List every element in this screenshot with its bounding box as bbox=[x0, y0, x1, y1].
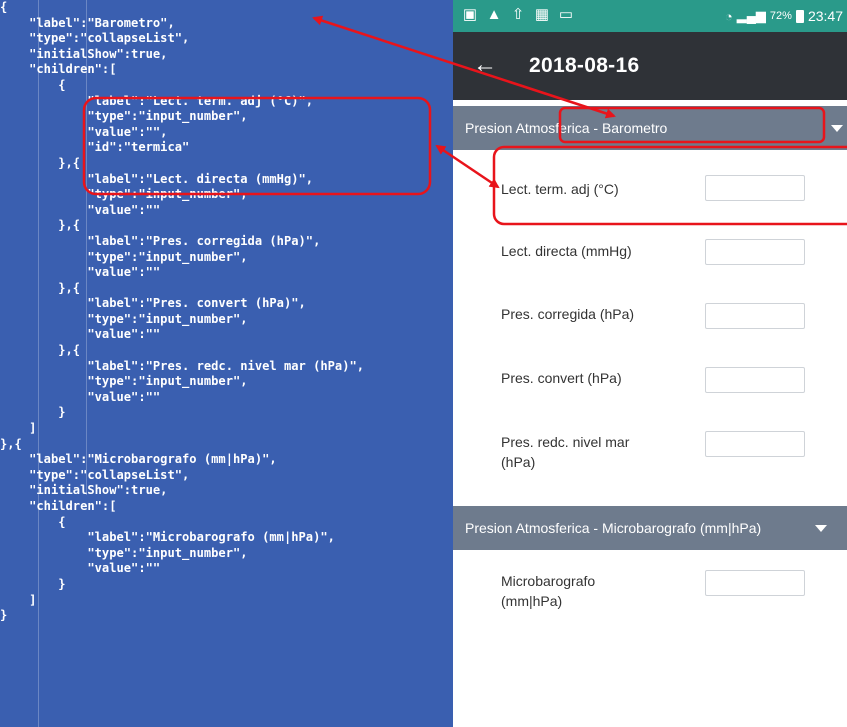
back-arrow-icon[interactable]: ← bbox=[473, 52, 497, 78]
screenshot-icon: ▭ bbox=[558, 6, 574, 23]
wifi-icon: ◔ bbox=[724, 8, 733, 24]
code-line: "label":"Lect. term. adj (°C)", bbox=[0, 93, 314, 108]
number-input-pres-convert[interactable] bbox=[705, 367, 805, 393]
gallery-icon: ▦ bbox=[534, 6, 550, 23]
code-line: "label":"Pres. convert (hPa)", bbox=[0, 296, 306, 311]
code-line: "type":"input_number", bbox=[0, 311, 248, 326]
code-line: { bbox=[0, 77, 66, 92]
field-label: Lect. directa (mmHg) bbox=[501, 243, 632, 259]
section-header-microbarografo[interactable]: Presion Atmosferica - Microbarografo (mm… bbox=[453, 506, 847, 550]
code-line: "type":"input_number", bbox=[0, 374, 248, 389]
code-line: "type":"collapseList", bbox=[0, 467, 190, 482]
code-line: "type":"collapseList", bbox=[0, 31, 190, 46]
number-input-microbarografo[interactable] bbox=[705, 570, 805, 596]
status-time: 23:47 bbox=[807, 8, 843, 24]
code-line: "id":"termica" bbox=[0, 140, 190, 155]
code-line: "label":"Lect. directa (mmHg)", bbox=[0, 171, 314, 186]
chevron-down-icon[interactable] bbox=[831, 125, 843, 132]
code-line: "label":"Pres. redc. nivel mar (hPa)", bbox=[0, 358, 365, 373]
code-line: "value":"" bbox=[0, 202, 161, 217]
upload-icon: ⇧ bbox=[511, 6, 525, 23]
battery-percent: 72% bbox=[769, 10, 792, 22]
code-line: "value":"" bbox=[0, 327, 161, 342]
code-line: },{ bbox=[0, 280, 81, 295]
field-label: Pres. convert (hPa) bbox=[501, 370, 622, 386]
number-input-pres-redc-nivel-mar[interactable] bbox=[705, 431, 805, 457]
image-icon: ▣ bbox=[462, 6, 478, 23]
json-code-block: { "label":"Barometro", "type":"collapseL… bbox=[0, 0, 364, 624]
battery-icon bbox=[795, 9, 804, 23]
code-line: "value":"" bbox=[0, 265, 161, 280]
code-line: { bbox=[0, 514, 66, 529]
number-input-lect-term-adj[interactable] bbox=[705, 175, 805, 201]
code-line: "initialShow":true, bbox=[0, 483, 168, 498]
code-line: },{ bbox=[0, 155, 81, 170]
signal-icon: ▂▄▆ bbox=[736, 8, 766, 23]
section-header-barometro[interactable]: Presion Atmosferica - Barometro bbox=[453, 106, 847, 150]
field-label: Pres. redc. nivel mar (hPa) bbox=[501, 434, 630, 470]
field-label: Lect. term. adj (°C) bbox=[501, 181, 619, 197]
code-line: },{ bbox=[0, 436, 22, 451]
json-code-panel: { "label":"Barometro", "type":"collapseL… bbox=[0, 0, 453, 727]
code-line: "label":"Microbarografo (mm|hPa)", bbox=[0, 452, 277, 467]
code-line: { bbox=[0, 0, 8, 14]
section-header-label: Presion Atmosferica - Microbarografo (mm… bbox=[465, 520, 762, 536]
code-line: "label":"Barometro", bbox=[0, 15, 175, 30]
code-line: "value":"" bbox=[0, 389, 161, 404]
section-header-label: Presion Atmosferica - Barometro bbox=[465, 120, 668, 136]
number-input-pres-corregida[interactable] bbox=[705, 303, 805, 329]
chevron-down-icon[interactable] bbox=[815, 525, 827, 532]
code-line: "type":"input_number", bbox=[0, 545, 248, 560]
field-label: Pres. corregida (hPa) bbox=[501, 306, 635, 322]
code-line: "children":[ bbox=[0, 62, 117, 77]
code-line: "children":[ bbox=[0, 499, 117, 513]
code-line: "type":"input_number", bbox=[0, 187, 248, 202]
code-line: "value":"", bbox=[0, 124, 168, 139]
code-line: },{ bbox=[0, 218, 81, 233]
phone-screen: ▣ ▲ ⇧ ▦ ▭ ◔ ▂▄▆ 72% 23:47 ← 2018-08-16 P… bbox=[453, 0, 847, 727]
code-line: "initialShow":true, bbox=[0, 46, 168, 61]
status-bar: ▣ ▲ ⇧ ▦ ▭ ◔ ▂▄▆ 72% 23:47 bbox=[453, 0, 847, 32]
warning-icon: ▲ bbox=[486, 6, 502, 23]
code-line: "label":"Microbarografo (mm|hPa)", bbox=[0, 530, 335, 545]
page-title: 2018-08-16 bbox=[529, 54, 640, 77]
code-line: } bbox=[0, 405, 66, 420]
code-line: ] bbox=[0, 592, 37, 607]
field-label: Microbarografo (mm|hPa) bbox=[501, 573, 596, 609]
app-bar: ← 2018-08-16 bbox=[453, 32, 847, 100]
code-line: },{ bbox=[0, 343, 81, 358]
code-line: "type":"input_number", bbox=[0, 109, 248, 124]
number-input-lect-directa[interactable] bbox=[705, 239, 805, 265]
code-line: } bbox=[0, 608, 8, 623]
code-line: "type":"input_number", bbox=[0, 249, 248, 264]
code-line: "value":"" bbox=[0, 561, 161, 576]
code-line: "label":"Pres. corregida (hPa)", bbox=[0, 233, 321, 248]
code-line: ] bbox=[0, 421, 37, 436]
code-line: } bbox=[0, 576, 66, 591]
